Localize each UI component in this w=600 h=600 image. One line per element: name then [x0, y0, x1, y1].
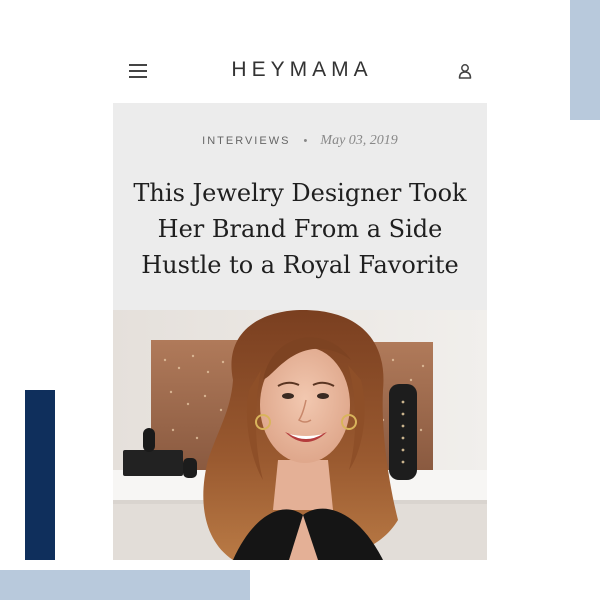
decorative-block-bottom: [0, 570, 250, 600]
user-icon[interactable]: [458, 63, 472, 79]
site-header: HEYMAMA: [113, 50, 487, 94]
article-meta: INTERVIEWS • May 03, 2019: [113, 133, 487, 149]
article-hero-image[interactable]: [113, 310, 487, 560]
article-date: May 03, 2019: [320, 133, 398, 148]
article-category[interactable]: INTERVIEWS: [202, 135, 290, 147]
article-headline[interactable]: This Jewelry Designer Took Her Brand Fro…: [123, 175, 477, 283]
decorative-block-top-right: [570, 0, 600, 120]
page-canvas: HEYMAMA INTERVIEWS • May 03, 2019 This J…: [0, 0, 600, 600]
meta-separator: •: [303, 135, 308, 147]
decorative-block-left-navy: [25, 390, 55, 560]
site-logo[interactable]: HEYMAMA: [113, 58, 487, 82]
article-card[interactable]: INTERVIEWS • May 03, 2019 This Jewelry D…: [113, 103, 487, 560]
